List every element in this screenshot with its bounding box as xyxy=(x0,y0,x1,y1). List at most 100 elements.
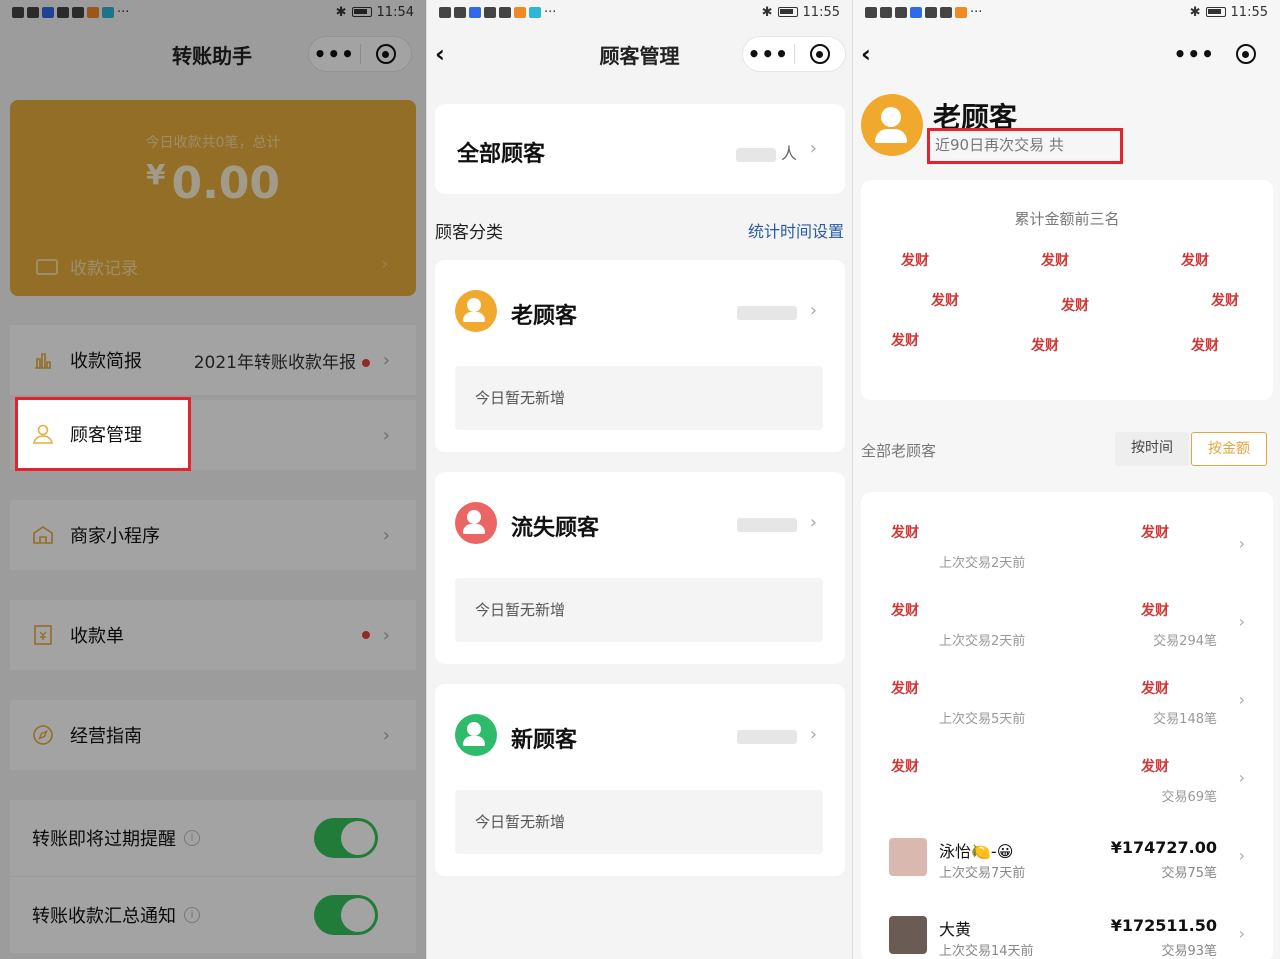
nav-bar: 转账助手 ••• xyxy=(0,30,426,78)
more-icon: ··· xyxy=(544,4,557,20)
customer-name: 大黄 xyxy=(939,920,972,939)
masked-sticker: 发财 xyxy=(931,293,959,309)
category-label: 新顾客 xyxy=(511,728,578,753)
masked-sticker: 发财 xyxy=(1061,298,1089,314)
status-time: 11:55 xyxy=(1230,4,1268,20)
masked-sticker: 发财 xyxy=(1141,603,1169,619)
sort-by-amount-button[interactable]: 按金额 xyxy=(1191,432,1267,466)
customer-amount: ¥174727.00 xyxy=(1110,838,1217,857)
new-customer-avatar-icon xyxy=(455,714,497,756)
masked-sticker: 发财 xyxy=(1041,253,1069,269)
category-count xyxy=(737,302,797,321)
masked-sticker: 发财 xyxy=(1141,759,1169,775)
chevron-right-icon: › xyxy=(1238,846,1245,865)
last-trade: 上次交易2天前 xyxy=(939,556,1026,571)
info-icon[interactable]: i xyxy=(184,907,200,923)
category-count xyxy=(737,514,797,533)
row-expire-reminder: 转账即将过期提醒 i xyxy=(10,800,416,876)
chevron-right-icon: › xyxy=(381,254,388,273)
trade-count: 交易75笔 xyxy=(1161,866,1217,881)
app-icon xyxy=(514,6,526,18)
status-bar: ··· ✱ 11:55 xyxy=(853,0,1280,24)
close-mini-program-button[interactable] xyxy=(360,44,411,64)
target-icon xyxy=(1235,44,1256,64)
masked-sticker: 发财 xyxy=(891,603,919,619)
mini-program-capsule: ••• xyxy=(742,36,846,72)
app-icon xyxy=(469,6,481,18)
masked-sticker: 发财 xyxy=(1031,338,1059,354)
all-customers-card[interactable]: 全部顾客 人 › xyxy=(435,104,845,194)
status-bar: ··· ✱ 11:54 xyxy=(0,0,426,24)
wechat-icon xyxy=(72,6,84,18)
red-dot-badge xyxy=(362,631,370,639)
hd-icon xyxy=(12,6,24,18)
row-label: 收款简报 xyxy=(70,351,142,372)
row-business-guide[interactable]: 经营指南 › xyxy=(10,700,416,770)
list-item[interactable]: 泳怡🍋-😀 上次交易7天前 ¥174727.00 交易75笔 › xyxy=(861,826,1273,904)
list-item[interactable]: 发财 发财 上次交易2天前 交易294笔 › xyxy=(861,590,1273,668)
currency-symbol: ¥ xyxy=(145,158,166,191)
masked-sticker: 发财 xyxy=(891,681,919,697)
all-customers-count: 人 xyxy=(735,140,797,164)
old-customer-avatar-icon xyxy=(455,290,497,332)
last-trade: 上次交易7天前 xyxy=(939,866,1026,881)
records-link[interactable]: 收款记录 xyxy=(36,254,138,279)
back-button[interactable]: ‹ xyxy=(861,40,881,68)
toggle-label: 转账收款汇总通知 xyxy=(32,906,176,927)
back-button[interactable]: ‹ xyxy=(435,40,455,68)
status-time: 11:54 xyxy=(376,4,414,20)
status-time: 11:55 xyxy=(802,4,840,20)
list-item[interactable]: 发财 发财 上次交易2天前 › xyxy=(861,512,1273,590)
app-icon xyxy=(102,6,114,18)
receipt-icon xyxy=(32,624,54,646)
more-options-button[interactable]: ••• xyxy=(743,42,794,66)
list-item[interactable]: 发财 发财 交易69笔 › xyxy=(861,746,1273,824)
signal-icon xyxy=(27,6,39,18)
hd-icon xyxy=(439,6,451,18)
report-value: 2021年转账收款年报 xyxy=(194,348,370,373)
masked-sticker: 发财 xyxy=(901,253,929,269)
category-card-lost[interactable]: 流失顾客 › 今日暂无新增 xyxy=(435,472,845,664)
screenshot-collage: ··· ✱ 11:54 转账助手 ••• 今日收款共0笔，总计 ¥0.00 收款… xyxy=(0,0,1280,959)
message-icon xyxy=(925,6,937,18)
top3-label: 累计金额前三名 xyxy=(1014,210,1120,228)
time-settings-link[interactable]: 统计时间设置 xyxy=(748,218,844,242)
compass-icon xyxy=(32,724,54,746)
close-mini-program-button[interactable] xyxy=(794,44,845,64)
signal-icon xyxy=(880,6,892,18)
summary-notice-toggle[interactable] xyxy=(314,895,378,935)
wechat-icon xyxy=(499,6,511,18)
row-receipt[interactable]: 收款单 › xyxy=(10,600,416,670)
more-options-button[interactable]: ••• xyxy=(309,42,360,66)
app-icon xyxy=(87,6,99,18)
row-merchant-mini-program[interactable]: 商家小程序 › xyxy=(10,500,416,570)
masked-sticker: 发财 xyxy=(1141,681,1169,697)
chevron-right-icon: › xyxy=(809,724,817,745)
category-count xyxy=(737,726,797,745)
info-icon[interactable]: i xyxy=(184,830,200,846)
records-label: 收款记录 xyxy=(70,259,138,279)
close-mini-program-button[interactable] xyxy=(1220,44,1271,64)
today-amount: ¥0.00 xyxy=(10,158,416,209)
bar-chart-icon xyxy=(32,349,54,371)
toggle-label: 转账即将过期提醒 xyxy=(32,829,176,850)
sort-by-time-button[interactable]: 按时间 xyxy=(1115,432,1189,466)
more-options-button[interactable]: ••• xyxy=(1169,42,1220,66)
category-card-new[interactable]: 新顾客 › 今日暂无新增 xyxy=(435,684,845,876)
list-item[interactable]: 大黄 上次交易14天前 ¥172511.50 交易93笔 › xyxy=(861,904,1273,959)
balance-card: 今日收款共0笔，总计 ¥0.00 收款记录 › xyxy=(10,100,416,296)
category-label: 流失顾客 xyxy=(511,516,600,541)
category-card-old[interactable]: 老顾客 › 今日暂无新增 xyxy=(435,260,845,452)
list-item[interactable]: 发财 发财 上次交易5天前 交易148笔 › xyxy=(861,668,1273,746)
hd-icon xyxy=(865,6,877,18)
expire-reminder-toggle[interactable] xyxy=(314,818,378,858)
masked-count xyxy=(737,517,797,532)
status-bar: ··· ✱ 11:55 xyxy=(427,0,852,24)
status-icons: ··· xyxy=(12,5,129,20)
last-trade: 上次交易14天前 xyxy=(939,944,1034,959)
nav-bar: ‹ ••• xyxy=(853,30,1280,78)
transfer-assistant-screen: ··· ✱ 11:54 转账助手 ••• 今日收款共0笔，总计 ¥0.00 收款… xyxy=(0,0,426,959)
masked-count xyxy=(737,305,797,320)
row-report[interactable]: 收款简报 2021年转账收款年报 › xyxy=(10,325,416,395)
old-customer-avatar-icon xyxy=(861,94,923,156)
